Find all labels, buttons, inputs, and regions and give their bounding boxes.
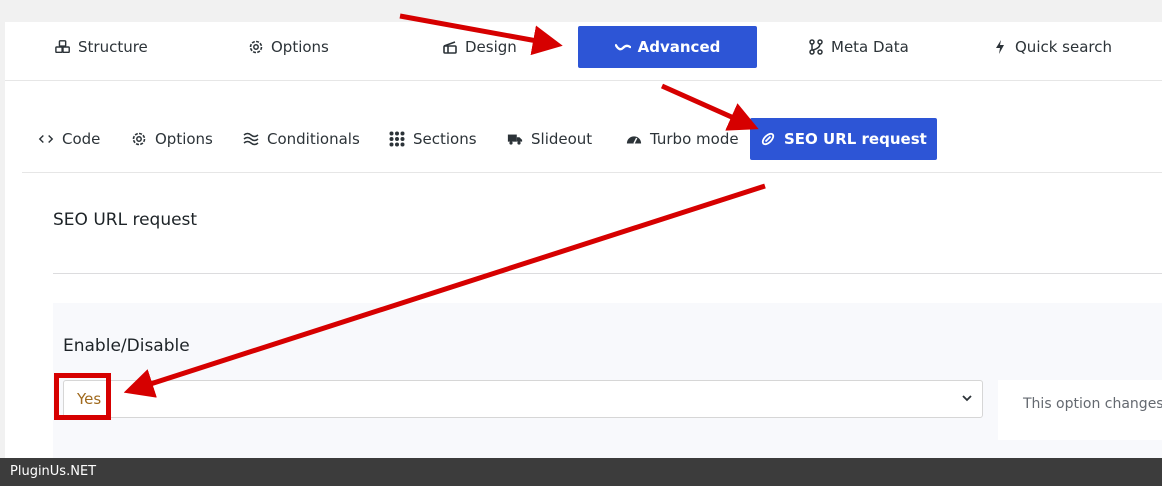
subtab-label: Conditionals bbox=[267, 130, 360, 148]
subtab-options[interactable]: Options bbox=[125, 118, 219, 160]
top-strip bbox=[0, 0, 1162, 22]
option-label: Enable/Disable bbox=[63, 336, 190, 356]
tab-label: Design bbox=[465, 38, 517, 56]
subtab-sections[interactable]: Sections bbox=[383, 118, 483, 160]
option-row: Enable/Disable Yes This option changes bbox=[53, 303, 1162, 458]
subtab-label: SEO URL request bbox=[784, 130, 927, 148]
footer-text: PluginUs.NET bbox=[10, 464, 97, 479]
subtab-label: Turbo mode bbox=[650, 130, 739, 148]
subtab-turbo-mode[interactable]: Turbo mode bbox=[620, 118, 745, 160]
footer-bar: PluginUs.NET bbox=[0, 458, 1162, 486]
settings-panel: Structure Options Design Advanced Meta D… bbox=[5, 22, 1162, 458]
main-tabs: Structure Options Design Advanced Meta D… bbox=[5, 22, 1162, 81]
option-description: This option changes bbox=[998, 380, 1162, 440]
gear-icon bbox=[131, 131, 147, 147]
tab-label: Meta Data bbox=[831, 38, 909, 56]
nodes-icon bbox=[808, 39, 824, 55]
subtab-label: Code bbox=[62, 130, 101, 148]
divider bbox=[53, 273, 1162, 274]
section-title: SEO URL request bbox=[53, 210, 198, 230]
subtab-conditionals[interactable]: Conditionals bbox=[237, 118, 366, 160]
subtab-slideout[interactable]: Slideout bbox=[501, 118, 598, 160]
waves-icon bbox=[243, 131, 259, 147]
bolt-icon bbox=[992, 39, 1008, 55]
grid-icon bbox=[389, 131, 405, 147]
tab-label: Advanced bbox=[637, 38, 721, 56]
gauge-icon bbox=[626, 131, 642, 147]
subtab-label: Sections bbox=[413, 130, 477, 148]
subtab-seo-url-request[interactable]: SEO URL request bbox=[750, 118, 937, 160]
tab-meta-data[interactable]: Meta Data bbox=[798, 26, 919, 68]
tab-label: Options bbox=[271, 38, 329, 56]
wave-icon bbox=[614, 39, 631, 55]
subtab-code[interactable]: Code bbox=[32, 118, 106, 160]
design-icon bbox=[442, 39, 458, 55]
tab-options[interactable]: Options bbox=[238, 26, 339, 68]
highlight-box bbox=[54, 373, 111, 420]
tab-structure[interactable]: Structure bbox=[45, 26, 158, 68]
cubes-icon bbox=[55, 39, 71, 55]
tab-quick-search[interactable]: Quick search bbox=[982, 26, 1122, 68]
truck-icon bbox=[507, 131, 523, 147]
chevron-down-icon bbox=[960, 391, 974, 405]
tab-label: Quick search bbox=[1015, 38, 1113, 56]
subtab-label: Slideout bbox=[531, 130, 593, 148]
subtab-label: Options bbox=[155, 130, 213, 148]
tab-design[interactable]: Design bbox=[432, 26, 527, 68]
sub-tabs: Code Options Conditionals Sections Slide… bbox=[22, 103, 1162, 173]
gear-icon bbox=[248, 39, 264, 55]
tab-advanced[interactable]: Advanced bbox=[578, 26, 757, 68]
enable-disable-select[interactable]: Yes bbox=[63, 380, 983, 418]
code-icon bbox=[38, 131, 54, 147]
tab-label: Structure bbox=[78, 38, 148, 56]
link-icon bbox=[760, 131, 776, 147]
